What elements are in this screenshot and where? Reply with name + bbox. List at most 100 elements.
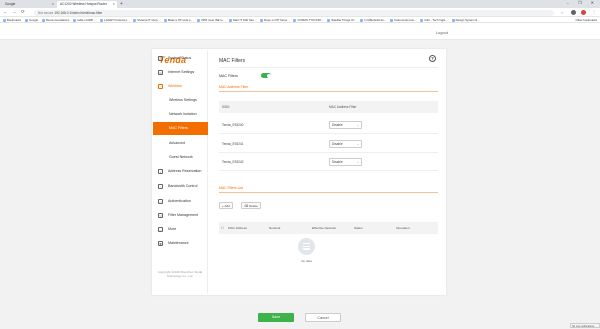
trash-icon: ⌫ (244, 204, 249, 208)
row-ssid: Tenda_E93241 (222, 142, 244, 146)
logout-link[interactable]: Logout (436, 30, 448, 35)
sidebar-item-wireless[interactable]: ◠ Wireless (153, 80, 208, 93)
section-divider (219, 192, 438, 193)
shield-icon: ◇ (158, 199, 163, 204)
chevron-down-icon: ⌄ (356, 160, 359, 164)
mac-list-table-header: ☐ MAC Address Network Effective Network … (219, 222, 438, 234)
page-title: MAC Filters (219, 58, 246, 64)
add-button[interactable]: + Add (219, 202, 233, 209)
url-input[interactable]: Not secure 192.168.0.1/index.html#/mac-f… (34, 9, 554, 16)
header-status: Status (354, 226, 363, 230)
header-mac-address: MAC Address (228, 226, 247, 230)
bookmark-favicon-icon (327, 18, 331, 22)
security-indicator[interactable]: Not secure (38, 11, 53, 15)
bookmark-favicon-icon (260, 18, 264, 22)
policy-table-header: SSID MAC Address Filter (219, 101, 438, 113)
sidebar-item-mac-filters[interactable]: MAC Filters (153, 122, 208, 135)
window-controls[interactable]: – ❐ ✕ (567, 0, 598, 5)
divider (219, 67, 438, 68)
mac-filters-toggle[interactable] (261, 73, 271, 78)
section-mac-filters-list: MAC Filters List (219, 186, 243, 190)
row-ssid: Tenda_E93240 (222, 123, 244, 127)
back-arrow-icon[interactable]: ← (3, 9, 8, 14)
header-ssid: SSID (222, 105, 230, 109)
sidebar-item-authentication[interactable]: ◇ Authentication (153, 195, 208, 208)
new-tab-button[interactable]: + (120, 1, 123, 7)
sidebar: ▭ System Status ◎ Internet Settings ◠ Wi… (153, 50, 208, 294)
filter-mode-select[interactable]: Disable ⌄ (329, 140, 362, 148)
extension-icon[interactable] (571, 9, 576, 15)
chevron-down-icon: ⌄ (356, 142, 359, 146)
gauge-icon: ◔ (158, 184, 163, 189)
reload-icon[interactable]: ⟳ (21, 9, 25, 15)
empty-list-icon (298, 238, 315, 255)
sidebar-item-wireless-settings[interactable]: Wireless Settings (153, 94, 208, 107)
bookmark-favicon-icon (25, 18, 28, 22)
sidebar-item-filter-management[interactable]: ▽ Filter Management (153, 209, 208, 222)
bookmark-star-icon[interactable]: ☆ (560, 10, 564, 15)
delete-button[interactable]: ⌫ Delete (241, 202, 261, 209)
status-notification: No new notifications (570, 323, 600, 328)
header-operation: Operation (396, 226, 410, 230)
filter-mode-select[interactable]: Disable ⌄ (329, 158, 362, 166)
close-tab-icon[interactable]: ✕ (51, 2, 54, 6)
header-mac-address-filter: MAC Address Filter (329, 105, 357, 109)
bookmark-favicon-icon (451, 18, 455, 22)
policy-row: Tenda_E93242 Disable ⌄ (219, 153, 438, 171)
bookmark-favicon-icon (228, 18, 232, 22)
bookmark-favicon-icon (3, 18, 6, 22)
tab-label: Google (5, 2, 16, 6)
gear-icon: ✱ (158, 241, 163, 246)
sidebar-item-system-status[interactable]: ▭ System Status (153, 52, 208, 65)
bookmark-favicon-icon (360, 18, 364, 22)
url-text: 192.168.0.1/index.html#/mac-filter (54, 10, 103, 15)
profile-avatar-icon[interactable] (581, 9, 586, 15)
sidebar-item-advanced[interactable]: Advanced (153, 137, 208, 150)
copyright-text: Copyright ©2019 Shenzhen Tenda Technolog… (157, 270, 203, 278)
bookmark-favicon-icon (420, 18, 424, 22)
tab-label: AC1200 Wireless Hotspot Router (60, 2, 107, 6)
empty-text: No data (301, 259, 312, 263)
section-divider (219, 91, 438, 92)
pin-icon: • (158, 169, 163, 174)
sidebar-item-internet-settings[interactable]: ◎ Internet Settings (153, 66, 208, 79)
bookmark-favicon-icon (163, 18, 167, 22)
toggle-knob (266, 73, 271, 78)
section-mac-address-filter: MAC Address Filter (219, 85, 249, 89)
bookmark-favicon-icon (100, 18, 104, 22)
forward-arrow-icon[interactable]: → (12, 9, 17, 14)
checkbox[interactable]: ☐ (221, 226, 224, 230)
close-tab-icon[interactable]: ✕ (112, 2, 115, 6)
address-bar: ← → ⟳ Not secure 192.168.0.1/index.html#… (0, 8, 600, 17)
save-button[interactable]: Save (258, 313, 294, 322)
sidebar-item-address-reservation[interactable]: • Address Reservation (153, 165, 208, 178)
filter-icon: ▽ (158, 213, 163, 218)
globe-icon: ◎ (158, 70, 163, 75)
router-header: Logout (0, 23, 600, 40)
more-icon: ⋯ (158, 227, 163, 232)
bookmark-favicon-icon (42, 18, 46, 22)
header-network: Network (269, 226, 281, 230)
filter-mode-select[interactable]: Disable ⌄ (329, 121, 362, 129)
browser-tab-bar: Google ✕ AC1200 Wireless Hotspot Router … (0, 0, 600, 8)
bookmark-favicon-icon (389, 18, 393, 22)
help-icon[interactable]: ? (429, 55, 436, 62)
sidebar-item-more[interactable]: ⋯ More (153, 223, 208, 236)
bookmark-favicon-icon (73, 18, 77, 22)
sidebar-item-network-isolation[interactable]: Network Isolation (153, 108, 208, 121)
header-effective-network: Effective Network (312, 226, 337, 230)
mac-filters-label: MAC Filters (219, 74, 238, 78)
cancel-button[interactable]: Cancel (305, 313, 341, 322)
row-ssid: Tenda_E93242 (222, 160, 244, 164)
sidebar-item-bandwidth-control[interactable]: ◔ Bandwidth Control (153, 180, 208, 193)
browser-tab-google[interactable]: Google ✕ (2, 1, 56, 8)
policy-row: Tenda_E93240 Disable ⌄ (219, 116, 438, 134)
policy-row: Tenda_E93241 Disable ⌄ (219, 135, 438, 153)
sidebar-item-guest-network[interactable]: Guest Network (153, 151, 208, 164)
monitor-icon: ▭ (158, 56, 163, 61)
sidebar-item-maintenance[interactable]: ✱ Maintenance (153, 237, 208, 250)
chevron-down-icon: ⌄ (356, 123, 359, 127)
browser-menu-icon[interactable]: ⋮ (592, 9, 596, 14)
browser-tab-router[interactable]: AC1200 Wireless Hotspot Router ✕ (57, 1, 117, 8)
wifi-icon: ◠ (158, 84, 163, 89)
